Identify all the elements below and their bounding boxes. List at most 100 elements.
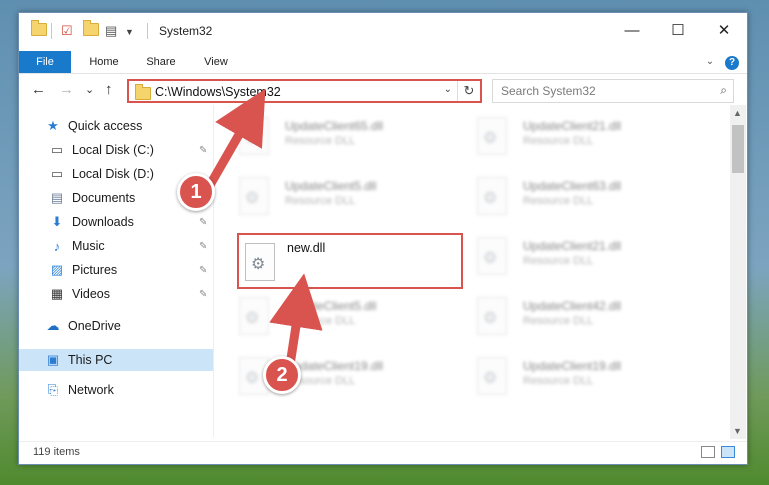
tab-share[interactable]: Share	[137, 51, 185, 73]
file-name: UpdateClient21.dll	[523, 239, 622, 253]
chevron-down-icon[interactable]: ⌄	[701, 51, 719, 73]
sidebar-item-this-pc[interactable]: ▣ This PC	[19, 349, 213, 371]
close-button[interactable]: ✕	[701, 13, 747, 47]
file-name: UpdateClient63.dll	[523, 179, 622, 193]
pin-icon[interactable]: ✎	[199, 217, 207, 228]
music-icon: ♪	[53, 238, 61, 254]
file-name: UpdateClient19.dll	[523, 359, 622, 373]
scroll-thumb[interactable]	[732, 125, 744, 173]
file-item[interactable]: UpdateClient42.dll Resource DLL	[457, 291, 682, 347]
sidebar-item-label: Local Disk (D:)	[72, 167, 154, 181]
file-name: UpdateClient21.dll	[523, 119, 622, 133]
sidebar-item-network[interactable]: ⎘ Network	[19, 379, 213, 401]
file-item[interactable]: UpdateClient65.dll Resource DLL	[219, 111, 444, 167]
file-item[interactable]: UpdateClient19.dll Resource DLL	[457, 351, 682, 407]
file-type: Resource DLL	[523, 195, 594, 207]
sidebar-item-local-disk-c[interactable]: ▭ Local Disk (C:) ✎	[19, 139, 213, 161]
maximize-button[interactable]: ☐	[655, 13, 701, 47]
dll-file-icon	[239, 297, 269, 335]
dll-file-icon	[477, 357, 507, 395]
sidebar-item-music[interactable]: ♪ Music ✎	[19, 235, 213, 257]
dll-file-icon	[477, 177, 507, 215]
star-icon: ★	[47, 118, 59, 133]
dll-file-icon	[477, 297, 507, 335]
file-type: Resource DLL	[523, 375, 594, 387]
file-name: UpdateClient5.dll	[285, 299, 377, 313]
pane-divider[interactable]	[213, 105, 214, 437]
documents-icon: ▤	[50, 190, 64, 205]
scroll-up-icon[interactable]: ▲	[733, 108, 742, 118]
help-icon[interactable]: ?	[723, 51, 741, 73]
address-bar[interactable]: C:\Windows\System32 ⌄ ↻	[127, 79, 482, 103]
up-arrow-icon[interactable]: ↑	[105, 81, 113, 98]
file-name: UpdateClient42.dll	[523, 299, 622, 313]
refresh-icon[interactable]: ↻	[457, 81, 480, 101]
file-type: Resource DLL	[523, 315, 594, 327]
large-icons-view-icon[interactable]	[721, 446, 735, 458]
sidebar-item-label: Music	[72, 239, 105, 253]
toolbar-dropdown-icon[interactable]: ▼	[125, 27, 134, 37]
new-folder-icon[interactable]	[83, 20, 99, 36]
scroll-down-icon[interactable]: ▼	[733, 426, 742, 436]
file-item[interactable]: UpdateClient21.dll Resource DLL	[457, 111, 682, 167]
pin-icon[interactable]: ✎	[199, 289, 207, 300]
pin-icon[interactable]: ✎	[199, 265, 207, 276]
window-title: System32	[159, 24, 213, 38]
file-item[interactable]: UpdateClient63.dll Resource DLL	[457, 171, 682, 227]
help-glyph: ?	[725, 56, 739, 70]
dll-file-icon	[245, 243, 275, 281]
file-name: UpdateClient65.dll	[285, 119, 384, 133]
tab-home[interactable]: Home	[81, 51, 127, 73]
tab-view[interactable]: View	[195, 51, 237, 73]
file-type: Resource DLL	[285, 135, 356, 147]
sidebar-item-label: Network	[68, 383, 114, 397]
sidebar-item-downloads[interactable]: ⬇ Downloads ✎	[19, 211, 213, 233]
forward-arrow-icon[interactable]: →	[59, 81, 74, 98]
file-explorer-window: ☑ ▤ ▼ System32 — ☐ ✕ File Home Share Vie…	[18, 12, 748, 465]
sidebar-item-pictures[interactable]: ▨ Pictures ✎	[19, 259, 213, 281]
pictures-icon: ▨	[50, 262, 64, 277]
file-item-new-dll[interactable]: new.dll	[237, 233, 463, 289]
recent-locations-icon[interactable]: ⌄	[85, 83, 94, 96]
callout-badge-1: 1	[177, 173, 215, 211]
sidebar-item-quick-access[interactable]: ★ Quick access	[19, 115, 213, 137]
pin-icon[interactable]: ✎	[199, 241, 207, 252]
title-bar: ☑ ▤ ▼ System32 — ☐ ✕	[19, 13, 747, 51]
file-name: new.dll	[287, 241, 326, 255]
file-name: UpdateClient5.dll	[285, 179, 377, 193]
search-icon[interactable]: ⌕	[720, 83, 727, 98]
vertical-scrollbar[interactable]: ▲ ▼	[730, 105, 746, 439]
properties-icon[interactable]: ☑	[61, 23, 73, 39]
sidebar-item-videos[interactable]: ▦ Videos ✎	[19, 283, 213, 305]
file-type: Resource DLL	[523, 135, 594, 147]
minimize-button[interactable]: —	[609, 13, 655, 47]
ribbon-tabs: File Home Share View ⌄ ?	[19, 51, 747, 74]
customize-toolbar-icon[interactable]: ▤	[105, 23, 117, 39]
search-box[interactable]: Search System32 ⌕	[492, 79, 734, 103]
file-list: UpdateClient65.dll Resource DLL UpdateCl…	[219, 111, 729, 441]
tab-file[interactable]: File	[19, 51, 71, 73]
address-dropdown-icon[interactable]: ⌄	[444, 84, 452, 95]
dll-file-icon	[477, 117, 507, 155]
drive-icon: ▭	[50, 166, 64, 181]
file-item[interactable]: UpdateClient5.dll Resource DLL	[219, 291, 444, 347]
file-type: Resource DLL	[285, 315, 356, 327]
details-view-icon[interactable]	[701, 446, 715, 458]
computer-icon: ▣	[46, 352, 60, 367]
folder-icon	[135, 84, 151, 103]
separator	[147, 23, 148, 39]
file-item[interactable]: UpdateClient21.dll Resource DLL	[457, 231, 682, 287]
cloud-icon: ☁	[46, 318, 60, 333]
file-item[interactable]: UpdateClient19.dll Resource DLL	[219, 351, 444, 407]
sidebar-item-label: Pictures	[72, 263, 118, 277]
sidebar-item-onedrive[interactable]: ☁ OneDrive	[19, 315, 213, 337]
address-path[interactable]: C:\Windows\System32	[155, 85, 281, 99]
sidebar-item-label: Documents	[72, 191, 136, 205]
sidebar-item-label: Downloads	[72, 215, 134, 229]
pin-icon[interactable]: ✎	[199, 145, 207, 156]
back-arrow-icon[interactable]: ←	[31, 81, 46, 98]
file-item[interactable]: UpdateClient5.dll Resource DLL	[219, 171, 444, 227]
navigation-pane: ★ Quick access ▭ Local Disk (C:) ✎ ▭ Loc…	[19, 111, 213, 441]
search-input[interactable]: Search System32	[501, 84, 596, 98]
sidebar-item-label: Quick access	[68, 119, 143, 133]
